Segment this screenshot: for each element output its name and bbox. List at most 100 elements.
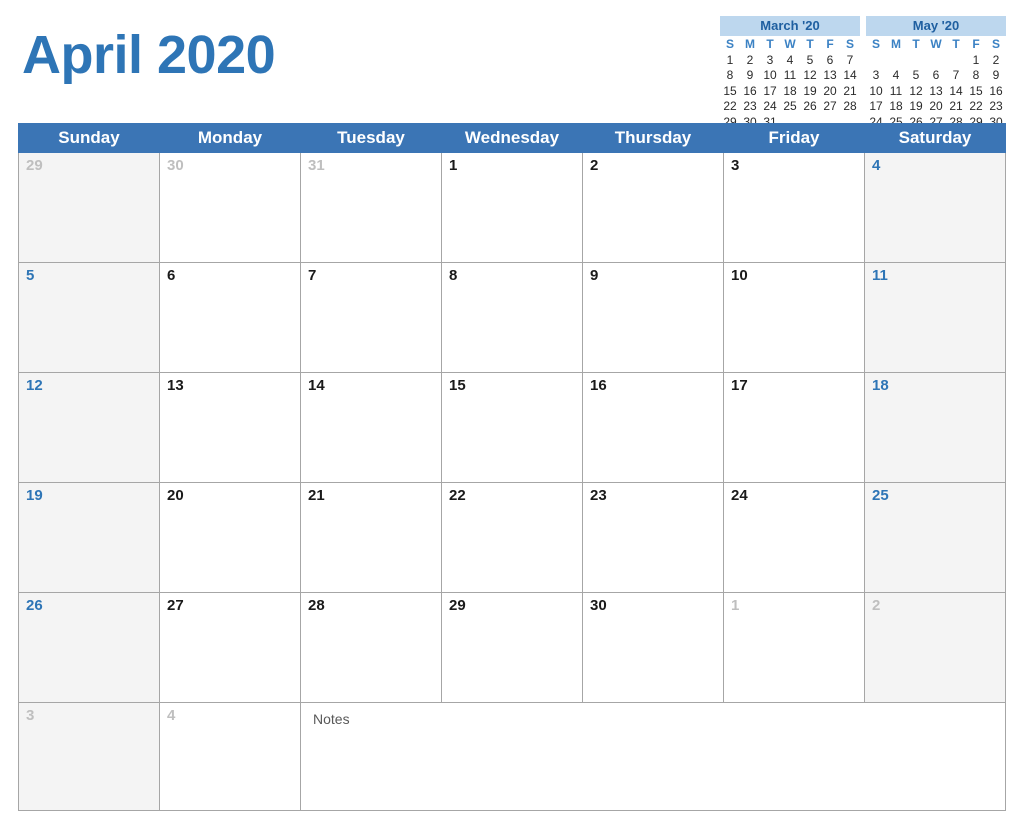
mini-day-cell[interactable]: 24 — [760, 99, 780, 114]
mini-day-cell[interactable]: 20 — [820, 84, 840, 99]
calendar-day-cell[interactable]: 24 — [723, 482, 865, 593]
mini-day-cell[interactable]: 4 — [780, 53, 800, 68]
calendar-day-cell[interactable]: 7 — [300, 262, 442, 373]
calendar-day-cell[interactable]: 6 — [159, 262, 301, 373]
calendar-day-cell[interactable]: 3 — [723, 152, 865, 263]
calendar-day-cell[interactable]: 30 — [582, 592, 724, 703]
calendar-day-cell[interactable]: 29 — [18, 152, 160, 263]
calendar-day-cell[interactable]: 9 — [582, 262, 724, 373]
calendar-day-cell[interactable]: 27 — [159, 592, 301, 703]
mini-weekday-sun: S — [871, 37, 880, 52]
mini-day-cell[interactable]: 19 — [906, 99, 926, 114]
mini-day-cell[interactable]: 2 — [986, 53, 1006, 68]
mini-calendar-prev-title: March '20 — [720, 16, 860, 37]
day-number: 2 — [872, 597, 881, 614]
mini-day-cell[interactable]: 13 — [926, 84, 946, 99]
calendar-day-cell[interactable]: 20 — [159, 482, 301, 593]
day-number: 4 — [872, 157, 881, 174]
calendar-day-cell[interactable]: 12 — [18, 372, 160, 483]
mini-day-cell[interactable]: 16 — [986, 84, 1006, 99]
mini-day-cell[interactable]: 17 — [866, 99, 886, 114]
mini-day-cell[interactable]: 8 — [720, 68, 740, 83]
mini-day-cell[interactable]: 6 — [926, 68, 946, 83]
mini-day-cell[interactable]: 23 — [740, 99, 760, 114]
day-number: 27 — [167, 597, 184, 614]
calendar-day-cell[interactable]: 15 — [441, 372, 583, 483]
mini-day-cell[interactable]: 10 — [866, 84, 886, 99]
calendar-day-cell[interactable]: 11 — [864, 262, 1006, 373]
mini-week-row: 10 11 12 13 14 15 16 — [866, 84, 1006, 99]
mini-day-cell[interactable]: 25 — [780, 99, 800, 114]
mini-day-cell[interactable]: 19 — [800, 84, 820, 99]
calendar-day-cell[interactable]: 4 — [864, 152, 1006, 263]
mini-day-cell[interactable]: 10 — [760, 68, 780, 83]
calendar-day-cell[interactable]: 26 — [18, 592, 160, 703]
calendar-day-cell[interactable]: 1 — [723, 592, 865, 703]
mini-day-cell[interactable]: 11 — [886, 84, 906, 99]
calendar-day-cell[interactable]: 18 — [864, 372, 1006, 483]
mini-day-cell[interactable]: 11 — [780, 68, 800, 83]
calendar-day-cell[interactable]: 30 — [159, 152, 301, 263]
mini-day-cell[interactable]: 8 — [966, 68, 986, 83]
mini-day-cell[interactable]: 18 — [886, 99, 906, 114]
mini-day-cell[interactable]: 9 — [986, 68, 1006, 83]
calendar-day-cell[interactable]: 4 — [159, 702, 301, 811]
mini-day-cell[interactable]: 21 — [840, 84, 860, 99]
calendar-day-cell[interactable]: 8 — [441, 262, 583, 373]
mini-day-cell[interactable]: 12 — [906, 84, 926, 99]
mini-day-cell[interactable]: 15 — [720, 84, 740, 99]
mini-day-cell[interactable]: 14 — [840, 68, 860, 83]
calendar-day-cell[interactable]: 13 — [159, 372, 301, 483]
calendar-day-cell[interactable]: 5 — [18, 262, 160, 373]
calendar-day-cell[interactable]: 28 — [300, 592, 442, 703]
mini-day-cell[interactable]: 1 — [966, 53, 986, 68]
calendar-day-cell[interactable]: 14 — [300, 372, 442, 483]
calendar-day-cell[interactable]: 1 — [441, 152, 583, 263]
mini-day-cell[interactable]: 14 — [946, 84, 966, 99]
mini-day-cell[interactable]: 9 — [740, 68, 760, 83]
notes-cell[interactable]: Notes — [300, 702, 1006, 811]
mini-day-cell[interactable]: 5 — [906, 68, 926, 83]
mini-day-cell[interactable]: 3 — [760, 53, 780, 68]
calendar-day-cell[interactable]: 2 — [582, 152, 724, 263]
calendar-day-cell[interactable]: 29 — [441, 592, 583, 703]
calendar-day-cell[interactable]: 31 — [300, 152, 442, 263]
mini-day-cell[interactable]: 7 — [946, 68, 966, 83]
calendar-day-cell[interactable]: 17 — [723, 372, 865, 483]
mini-day-cell[interactable]: 17 — [760, 84, 780, 99]
mini-weekday-fri: F — [972, 37, 980, 52]
mini-day-cell[interactable]: 12 — [800, 68, 820, 83]
calendar-day-cell[interactable]: 10 — [723, 262, 865, 373]
mini-day-cell[interactable]: 15 — [966, 84, 986, 99]
calendar-day-cell[interactable]: 21 — [300, 482, 442, 593]
mini-day-cell-empty — [926, 53, 946, 68]
calendar-day-cell[interactable]: 23 — [582, 482, 724, 593]
mini-day-cell[interactable]: 4 — [886, 68, 906, 83]
mini-day-cell[interactable]: 28 — [840, 99, 860, 114]
mini-day-cell[interactable]: 21 — [946, 99, 966, 114]
mini-day-cell[interactable]: 16 — [740, 84, 760, 99]
day-number: 25 — [872, 487, 889, 504]
mini-day-cell[interactable]: 23 — [986, 99, 1006, 114]
calendar-day-cell[interactable]: 25 — [864, 482, 1006, 593]
calendar-day-cell[interactable]: 22 — [441, 482, 583, 593]
calendar-day-cell[interactable]: 16 — [582, 372, 724, 483]
mini-day-cell[interactable]: 22 — [720, 99, 740, 114]
mini-day-cell[interactable]: 18 — [780, 84, 800, 99]
mini-day-cell[interactable]: 2 — [740, 53, 760, 68]
mini-day-cell[interactable]: 13 — [820, 68, 840, 83]
calendar-day-cell[interactable]: 3 — [18, 702, 160, 811]
mini-day-cell[interactable]: 7 — [840, 53, 860, 68]
mini-weekday-tue: T — [766, 37, 774, 52]
mini-day-cell[interactable]: 27 — [820, 99, 840, 114]
mini-day-cell[interactable]: 20 — [926, 99, 946, 114]
calendar-day-cell[interactable]: 19 — [18, 482, 160, 593]
mini-day-cell[interactable]: 6 — [820, 53, 840, 68]
mini-day-cell[interactable]: 1 — [720, 53, 740, 68]
mini-day-cell[interactable]: 5 — [800, 53, 820, 68]
day-number: 7 — [308, 267, 317, 284]
mini-day-cell[interactable]: 3 — [866, 68, 886, 83]
mini-day-cell[interactable]: 22 — [966, 99, 986, 114]
mini-day-cell[interactable]: 26 — [800, 99, 820, 114]
calendar-day-cell[interactable]: 2 — [864, 592, 1006, 703]
